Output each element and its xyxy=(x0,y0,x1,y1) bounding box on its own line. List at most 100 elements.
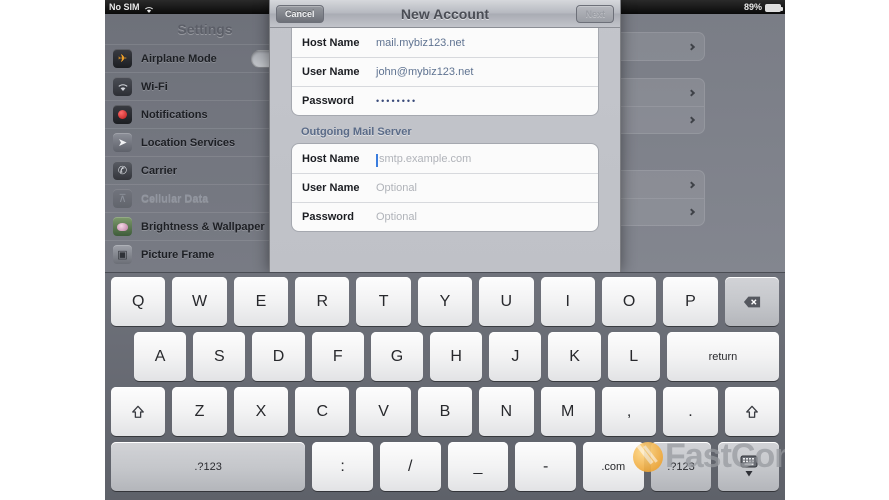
key-underscore[interactable]: _ xyxy=(447,442,509,491)
key-comma[interactable]: , xyxy=(601,387,657,436)
outgoing-host-name-input[interactable]: smtp.example.com xyxy=(379,153,471,165)
key-period[interactable]: . xyxy=(663,387,718,436)
chevron-right-icon xyxy=(687,42,696,51)
incoming-mail-server-group: Host Name mail.mybiz123.net User Name jo… xyxy=(291,28,599,116)
battery-percent-label: 89% xyxy=(743,2,762,12)
sidebar-item-label: Cellular Data xyxy=(141,192,209,205)
key-i[interactable]: I xyxy=(540,277,595,326)
chevron-right-icon xyxy=(687,88,696,97)
return-key[interactable]: return xyxy=(666,332,780,381)
next-button[interactable]: Next xyxy=(576,5,614,23)
key-colon[interactable]: : xyxy=(312,442,373,491)
location-icon: ➤ xyxy=(113,133,132,152)
key-y[interactable]: Y xyxy=(417,277,473,326)
outgoing-password-input[interactable]: Optional xyxy=(376,211,417,223)
key-hyphen[interactable]: - xyxy=(515,442,576,491)
key-v[interactable]: V xyxy=(356,387,411,436)
field-row-outgoing-host-name[interactable]: Host Name smtp.example.com xyxy=(292,144,598,173)
key-g[interactable]: G xyxy=(370,332,424,381)
shift-key-right[interactable] xyxy=(724,387,779,436)
key-r[interactable]: R xyxy=(295,277,350,326)
key-a[interactable]: A xyxy=(134,332,187,381)
key-dotcom[interactable]: .com xyxy=(582,442,644,491)
sidebar-item-label: Picture Frame xyxy=(141,248,215,261)
key-b[interactable]: B xyxy=(417,387,473,436)
key-slash[interactable]: / xyxy=(379,442,441,491)
field-label: User Name xyxy=(302,182,360,194)
key-m[interactable]: M xyxy=(540,387,595,436)
key-p[interactable]: P xyxy=(663,277,718,326)
shift-key-left[interactable] xyxy=(111,387,166,436)
key-u[interactable]: U xyxy=(479,277,534,326)
outgoing-user-name-input[interactable]: Optional xyxy=(376,182,417,194)
key-c[interactable]: C xyxy=(295,387,350,436)
shift-icon xyxy=(132,405,145,418)
field-row-outgoing-password[interactable]: Password Optional xyxy=(292,202,598,231)
field-row-user-name[interactable]: User Name john@mybiz123.net xyxy=(292,57,598,86)
host-name-input[interactable]: mail.mybiz123.net xyxy=(376,37,465,49)
keyboard-row-4: .?123 : / _ - .com .?123 xyxy=(111,442,780,491)
key-f[interactable]: F xyxy=(311,332,364,381)
key-d[interactable]: D xyxy=(252,332,305,381)
hide-keyboard-icon xyxy=(740,455,758,476)
key-s[interactable]: S xyxy=(193,332,246,381)
phone-icon: ✆ xyxy=(113,161,132,180)
hide-keyboard-key[interactable] xyxy=(718,442,780,491)
field-label: Password xyxy=(302,211,354,223)
text-caret xyxy=(376,154,378,167)
field-label: Password xyxy=(302,95,354,107)
field-row-password[interactable]: Password •••••••• xyxy=(292,86,598,115)
field-label: User Name xyxy=(302,66,360,78)
numbers-key-left[interactable]: .?123 xyxy=(111,442,306,491)
keyboard-row-3: Z X C V B N M , . xyxy=(111,387,779,436)
modal-toolbar: Cancel New Account Next xyxy=(270,0,620,28)
key-o[interactable]: O xyxy=(601,277,657,326)
new-account-modal: Cancel New Account Next Host Name mail.m… xyxy=(269,0,621,272)
chevron-right-icon xyxy=(687,208,696,216)
cellular-icon: ⊼ xyxy=(113,189,132,208)
key-e[interactable]: E xyxy=(233,277,289,326)
onscreen-keyboard: Q W E R T Y U I O P A S D F G H J K L re… xyxy=(105,272,785,500)
key-k[interactable]: K xyxy=(548,332,601,381)
outgoing-mail-server-header: Outgoing Mail Server xyxy=(301,126,412,138)
key-w[interactable]: W xyxy=(172,277,227,326)
sidebar-item-label: Location Services xyxy=(141,136,236,149)
sidebar-item-label: Notifications xyxy=(141,108,208,121)
keyboard-row-2: A S D F G H J K L return xyxy=(111,332,780,381)
cancel-button[interactable]: Cancel xyxy=(276,5,324,23)
wifi-icon xyxy=(113,77,132,96)
numbers-key-right[interactable]: .?123 xyxy=(650,442,712,491)
chevron-right-icon xyxy=(687,116,696,124)
backspace-key[interactable] xyxy=(724,277,779,326)
keyboard-row-1: Q W E R T Y U I O P xyxy=(111,277,779,326)
password-input[interactable]: •••••••• xyxy=(376,96,417,106)
backspace-icon xyxy=(743,296,760,307)
key-z[interactable]: Z xyxy=(172,387,227,436)
status-bar-right: 89% xyxy=(743,0,783,14)
key-x[interactable]: X xyxy=(233,387,289,436)
field-label: Host Name xyxy=(302,152,360,165)
key-n[interactable]: N xyxy=(479,387,534,436)
sidebar-item-label: Brightness & Wallpaper xyxy=(141,220,265,233)
notifications-icon xyxy=(113,105,132,124)
sidebar-item-label: Carrier xyxy=(141,164,178,177)
field-label: Host Name xyxy=(302,36,360,49)
outgoing-mail-server-group: Host Name smtp.example.com User Name Opt… xyxy=(291,143,599,232)
battery-icon xyxy=(765,4,783,12)
field-row-outgoing-user-name[interactable]: User Name Optional xyxy=(292,173,598,202)
field-row-host-name[interactable]: Host Name mail.mybiz123.net xyxy=(292,28,598,57)
sidebar-item-label: Wi-Fi xyxy=(141,80,168,93)
chevron-right-icon xyxy=(687,180,696,189)
airplane-icon: ✈ xyxy=(113,49,132,68)
sidebar-item-label: Airplane Mode xyxy=(141,52,217,65)
user-name-input[interactable]: john@mybiz123.net xyxy=(376,66,473,78)
picture-frame-icon: ▣ xyxy=(113,245,132,264)
key-t[interactable]: T xyxy=(356,277,411,326)
shift-icon xyxy=(745,405,758,418)
key-l[interactable]: L xyxy=(607,332,660,381)
key-q[interactable]: Q xyxy=(111,277,166,326)
key-j[interactable]: J xyxy=(489,332,542,381)
ipad-screen: No SIM 8:05 AM 89% Settings ✈ Airplane M… xyxy=(105,0,785,500)
key-h[interactable]: H xyxy=(430,332,483,381)
wallpaper-icon xyxy=(113,217,132,236)
